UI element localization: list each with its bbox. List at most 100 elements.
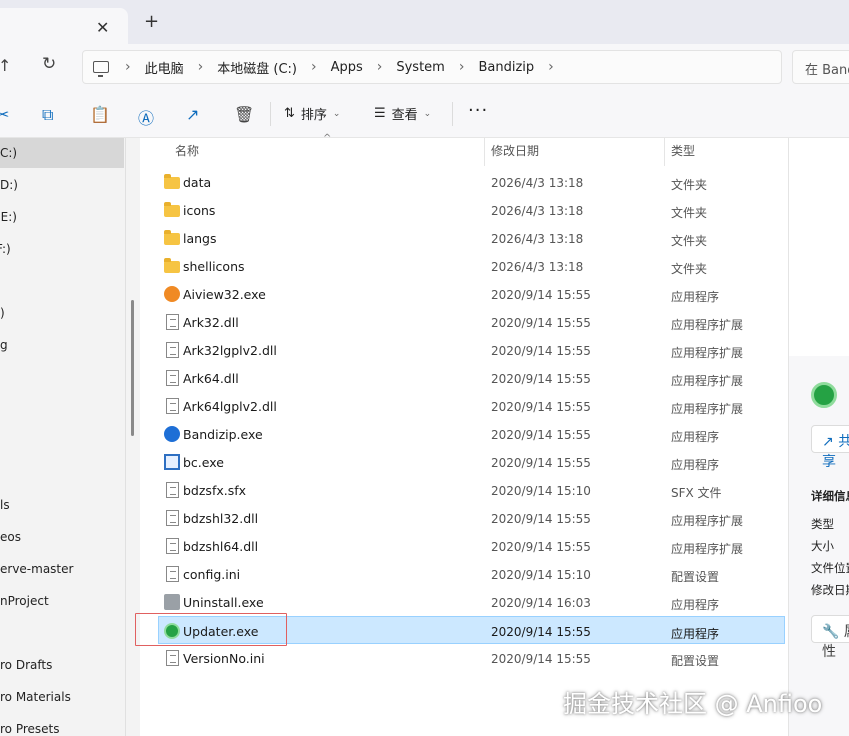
aiview-app-icon xyxy=(164,286,180,302)
file-row[interactable]: Ark64.dll 2020/9/14 15:55 应用程序扩展 xyxy=(140,364,788,392)
file-type: 应用程序 xyxy=(671,458,720,472)
more-options-icon[interactable]: ··· xyxy=(468,100,488,121)
file-type: 应用程序扩展 xyxy=(671,402,744,416)
sidebar-item[interactable]: ) xyxy=(0,298,124,328)
file-row[interactable]: Uninstall.exe 2020/9/14 16:03 应用程序 xyxy=(140,588,788,616)
copy-icon[interactable]: ⧉ xyxy=(42,105,53,125)
properties-button[interactable]: 🔧 属性 xyxy=(811,615,849,660)
file-date: 2020/9/14 15:55 xyxy=(491,540,591,554)
chevron-right-icon[interactable]: › xyxy=(459,59,465,75)
dll-file-icon xyxy=(166,398,179,414)
file-name: bc.exe xyxy=(183,455,224,470)
breadcrumb-local-disk[interactable]: 本地磁盘 (C:) xyxy=(217,58,297,77)
active-tab[interactable]: ✕ xyxy=(0,8,128,44)
detail-prop-label: 类型 xyxy=(811,517,834,531)
sort-label: 排序 xyxy=(300,108,327,123)
dll-file-icon xyxy=(166,342,179,358)
file-type: 应用程序扩展 xyxy=(671,318,744,332)
chevron-right-icon[interactable]: › xyxy=(548,59,554,75)
chevron-right-icon[interactable]: › xyxy=(198,59,204,75)
navigation-pane: C:) D:) (E:) F:) ) g ls eos erve-master … xyxy=(0,138,126,736)
search-input[interactable]: 在 Bandizip 中搜索 xyxy=(792,50,849,84)
sidebar-item[interactable]: ro Presets xyxy=(0,714,124,736)
sidebar-scrollbar[interactable] xyxy=(131,300,134,436)
blank-file-icon xyxy=(166,482,179,498)
file-name: Ark32lgplv2.dll xyxy=(183,343,277,358)
sidebar-item[interactable]: ro Materials xyxy=(0,682,124,712)
sidebar-item[interactable]: D:) xyxy=(0,170,124,200)
details-section-title: 详细信息 xyxy=(811,489,849,503)
share-button[interactable]: ↗ 共享 xyxy=(811,425,849,470)
view-icon: ☰ xyxy=(374,106,386,121)
toolbar-divider xyxy=(270,102,271,126)
file-name: Ark64.dll xyxy=(183,371,239,386)
annotation-highlight-box xyxy=(135,613,287,646)
file-name: shellicons xyxy=(183,259,245,274)
file-row[interactable]: Ark32.dll 2020/9/14 15:55 应用程序扩展 xyxy=(140,308,788,336)
file-row[interactable]: bdzsfx.sfx 2020/9/14 15:10 SFX 文件 xyxy=(140,476,788,504)
file-date: 2020/9/14 15:55 xyxy=(491,512,591,526)
column-header-date[interactable]: 修改日期 xyxy=(491,138,539,166)
breadcrumb-apps[interactable]: Apps xyxy=(331,60,363,75)
close-tab-icon[interactable]: ✕ xyxy=(96,18,109,37)
column-header-type[interactable]: 类型 xyxy=(671,138,695,166)
rename-icon[interactable]: Ⓐ xyxy=(138,105,154,129)
command-toolbar: ✂ ⧉ 📋 Ⓐ ↗ 🗑 ⇅ 排序 ⌄ ☰ 查看 ⌄ ··· xyxy=(0,90,849,138)
properties-label: 属性 xyxy=(822,624,849,660)
chevron-down-icon: ⌄ xyxy=(423,108,432,119)
up-arrow-icon[interactable]: ↑ xyxy=(0,56,11,75)
sidebar-item[interactable]: eos xyxy=(0,522,124,552)
file-row[interactable]: bc.exe 2020/9/14 15:55 应用程序 xyxy=(140,448,788,476)
column-divider[interactable] xyxy=(664,138,665,166)
toolbar-divider xyxy=(452,102,453,126)
sidebar-item[interactable]: (E:) xyxy=(0,202,120,232)
share-icon[interactable]: ↗ xyxy=(186,105,199,124)
chevron-right-icon[interactable]: › xyxy=(125,59,131,75)
ini-file-icon xyxy=(166,566,179,582)
file-type: 文件夹 xyxy=(671,262,708,276)
breadcrumb-system[interactable]: System xyxy=(396,60,444,75)
window-app-icon xyxy=(164,454,180,470)
file-type: 应用程序扩展 xyxy=(671,542,744,556)
chevron-right-icon[interactable]: › xyxy=(311,59,317,75)
column-divider[interactable] xyxy=(484,138,485,166)
sidebar-item[interactable]: g xyxy=(0,330,124,360)
file-name: Aiview32.exe xyxy=(183,287,266,302)
sidebar-item[interactable]: ls xyxy=(0,490,124,520)
address-row: ↑ ↻ › 此电脑 › 本地磁盘 (C:) › Apps › System › … xyxy=(0,44,849,90)
file-row[interactable]: shellicons 2026/4/3 13:18 文件夹 xyxy=(140,252,788,280)
chevron-right-icon[interactable]: › xyxy=(377,59,383,75)
sort-button[interactable]: ⇅ 排序 ⌄ xyxy=(284,104,340,123)
file-row[interactable]: VersionNo.ini 2020/9/14 15:55 配置设置 xyxy=(140,644,788,672)
delete-icon[interactable]: 🗑 xyxy=(234,105,254,124)
paste-icon[interactable]: 📋 xyxy=(90,105,110,124)
address-bar[interactable]: › 此电脑 › 本地磁盘 (C:) › Apps › System › Band… xyxy=(82,50,782,84)
breadcrumb-bandizip[interactable]: Bandizip xyxy=(478,60,534,75)
file-row[interactable]: bdzshl64.dll 2020/9/14 15:55 应用程序扩展 xyxy=(140,532,788,560)
folder-icon xyxy=(164,202,180,217)
column-header-name[interactable]: 名称 xyxy=(175,138,199,166)
sidebar-item[interactable]: nProject xyxy=(0,586,124,616)
file-row[interactable]: icons 2026/4/3 13:18 文件夹 xyxy=(140,196,788,224)
sidebar-item[interactable]: F:) xyxy=(0,234,120,264)
view-button[interactable]: ☰ 查看 ⌄ xyxy=(374,104,431,123)
sidebar-item[interactable]: C:) xyxy=(0,138,124,168)
sidebar-item[interactable]: erve-master xyxy=(0,554,124,584)
file-row[interactable]: Ark64lgplv2.dll 2020/9/14 15:55 应用程序扩展 xyxy=(140,392,788,420)
file-row[interactable]: bdzshl32.dll 2020/9/14 15:55 应用程序扩展 xyxy=(140,504,788,532)
sidebar-item[interactable]: ro Drafts xyxy=(0,650,124,680)
file-row[interactable]: Aiview32.exe 2020/9/14 15:55 应用程序 xyxy=(140,280,788,308)
refresh-icon[interactable]: ↻ xyxy=(42,54,56,74)
new-tab-icon[interactable]: + xyxy=(144,13,159,31)
file-row[interactable]: config.ini 2020/9/14 15:10 配置设置 xyxy=(140,560,788,588)
sort-icon: ⇅ xyxy=(284,106,295,121)
cut-icon[interactable]: ✂ xyxy=(0,105,9,124)
file-date: 2020/9/14 15:55 xyxy=(491,456,591,470)
file-date: 2020/9/14 15:55 xyxy=(491,428,591,442)
file-row[interactable]: Bandizip.exe 2020/9/14 15:55 应用程序 xyxy=(140,420,788,448)
breadcrumb-this-pc[interactable]: 此电脑 xyxy=(145,58,184,77)
file-row[interactable]: Ark32lgplv2.dll 2020/9/14 15:55 应用程序扩展 xyxy=(140,336,788,364)
file-row[interactable]: langs 2026/4/3 13:18 文件夹 xyxy=(140,224,788,252)
file-date: 2020/9/14 15:55 xyxy=(491,344,591,358)
file-row[interactable]: data 2026/4/3 13:18 文件夹 xyxy=(140,168,788,196)
